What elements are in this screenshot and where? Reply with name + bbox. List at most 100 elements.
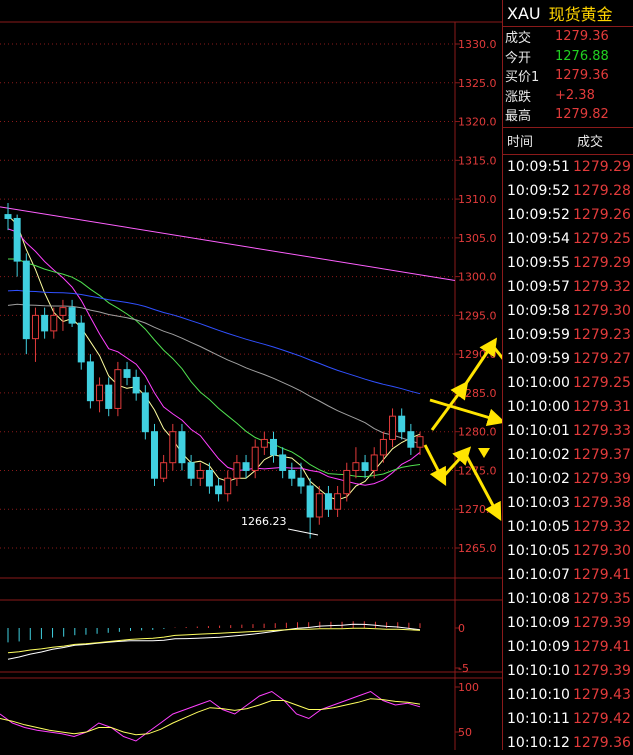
candle-body xyxy=(389,415,397,440)
candle-body xyxy=(96,384,104,402)
candle-body xyxy=(77,322,85,363)
kdj-panel: 100 50 xyxy=(0,677,502,742)
tick-price: 1279.39 xyxy=(573,470,631,487)
macd-tick-label: -5 xyxy=(458,662,469,675)
tick-price: 1279.32 xyxy=(573,518,631,535)
tick-price: 1279.27 xyxy=(573,350,631,367)
quote-row: 今开 1276.88 xyxy=(503,47,633,67)
tick-price: 1279.39 xyxy=(573,662,631,679)
candle-body xyxy=(242,462,250,471)
candle-body xyxy=(352,462,360,471)
candle-body xyxy=(41,314,49,332)
tick-time: 10:09:52 xyxy=(507,206,570,223)
quote-value: 1279.36 xyxy=(555,68,609,84)
tick-list[interactable]: 10:09:51 1279.29 10:09:52 1279.28 10:09:52 12… xyxy=(503,155,633,755)
tick-row: 10:09:54 1279.25 xyxy=(503,227,633,251)
tick-price: 1279.41 xyxy=(573,638,631,655)
tick-row: 10:09:57 1279.32 xyxy=(503,275,633,299)
candle-body xyxy=(270,438,278,456)
tick-time: 10:10:07 xyxy=(507,566,570,583)
kdj-line xyxy=(0,690,421,742)
tick-row: 10:10:09 1279.39 xyxy=(503,611,633,635)
macd-dea-line xyxy=(7,627,421,654)
candle-body xyxy=(260,438,268,448)
tick-price: 1279.26 xyxy=(573,206,631,223)
candle-body xyxy=(132,376,140,394)
tick-time: 10:10:02 xyxy=(507,446,570,463)
candle-body xyxy=(13,217,21,262)
price-tick-label: 1310.0 xyxy=(458,193,497,206)
tick-row: 10:10:12 1279.36 xyxy=(503,731,633,755)
tick-time: 10:10:01 xyxy=(507,422,570,439)
candle-body xyxy=(31,314,39,340)
price-tick-label: 1300.0 xyxy=(458,271,497,284)
price-tick-label: 1270.0 xyxy=(458,503,497,516)
candle-body xyxy=(233,462,241,479)
tick-time: 10:09:57 xyxy=(507,278,570,295)
tick-row: 10:09:55 1279.29 xyxy=(503,251,633,275)
tick-time: 10:09:51 xyxy=(507,158,570,175)
macd-dif-line xyxy=(7,623,421,660)
tick-price: 1279.23 xyxy=(573,326,631,343)
ma5-line xyxy=(7,215,421,501)
quote-value: 1279.36 xyxy=(555,29,609,45)
ma250-line xyxy=(0,206,456,281)
candle-body xyxy=(324,493,332,510)
symbol-header: XAU 现货黄金 xyxy=(503,0,633,26)
tick-row: 10:10:01 1279.33 xyxy=(503,419,633,443)
price-axis: 1330.0 1325.0 1320.0 1315.0 1310.0 1305.0 1300… xyxy=(455,38,497,555)
candle-body xyxy=(150,431,158,479)
tick-price: 1279.25 xyxy=(573,374,631,391)
tick-time: 10:09:54 xyxy=(507,230,570,247)
tick-row: 10:09:59 1279.27 xyxy=(503,347,633,371)
ticks-column-header: 时间 成交 xyxy=(503,128,633,155)
candle-body xyxy=(105,384,113,409)
ticks-time-header: 时间 xyxy=(507,135,534,150)
price-tick-label: 1330.0 xyxy=(458,38,497,51)
candle-body xyxy=(398,415,406,433)
kdj-line xyxy=(0,698,421,736)
tick-price: 1279.29 xyxy=(573,254,631,271)
tick-time: 10:09:52 xyxy=(507,182,570,199)
price-chart-area[interactable]: 1330.0 1325.0 1320.0 1315.0 1310.0 1305.0 1300… xyxy=(0,0,502,750)
price-tick-label: 1320.0 xyxy=(458,116,497,129)
tick-row: 10:10:03 1279.38 xyxy=(503,491,633,515)
candle-body xyxy=(160,462,168,479)
price-tick-label: 1315.0 xyxy=(458,154,497,167)
candle-body xyxy=(279,454,287,471)
candle-body xyxy=(379,438,387,456)
tick-time: 10:09:58 xyxy=(507,302,570,319)
tick-row: 10:10:07 1279.41 xyxy=(503,563,633,587)
candle-body xyxy=(141,392,149,433)
tick-time: 10:10:02 xyxy=(507,470,570,487)
tick-row: 10:10:05 1279.30 xyxy=(503,539,633,563)
tick-price: 1279.37 xyxy=(573,446,631,463)
tick-price: 1279.42 xyxy=(573,710,631,727)
yellow-arrow xyxy=(423,444,447,487)
candle-body xyxy=(50,314,58,332)
candle-body xyxy=(22,260,30,340)
quote-label: 涨跌 xyxy=(505,89,532,105)
tick-row: 10:09:58 1279.30 xyxy=(503,299,633,323)
low-price-label: 1266.23 xyxy=(241,515,287,528)
candle-body xyxy=(297,477,305,487)
quote-row: 涨跌 +2.38 xyxy=(503,86,633,106)
candle-body xyxy=(59,307,67,316)
ma10-line xyxy=(7,228,421,486)
tick-price: 1279.36 xyxy=(573,734,631,751)
low-price-annotation: 1266.23 xyxy=(241,515,319,536)
ma20-line xyxy=(8,258,421,478)
tick-time: 10:09:59 xyxy=(507,350,570,367)
quote-value: 1276.88 xyxy=(555,48,609,64)
tick-price: 1279.39 xyxy=(573,614,631,631)
quote-label: 今开 xyxy=(505,50,532,66)
price-tick-label: 1265.0 xyxy=(458,542,497,555)
candle-body xyxy=(114,369,122,409)
candle-body xyxy=(334,493,342,510)
tick-price: 1279.33 xyxy=(573,422,631,439)
tick-price: 1279.30 xyxy=(573,542,631,559)
tick-time: 10:10:05 xyxy=(507,542,570,559)
tick-row: 10:09:52 1279.28 xyxy=(503,179,633,203)
quote-list: 成交 1279.36 今开 1276.88 买价1 1279.36 涨跌 +2.38 最高 127… xyxy=(503,27,633,125)
candle-body xyxy=(68,307,76,324)
